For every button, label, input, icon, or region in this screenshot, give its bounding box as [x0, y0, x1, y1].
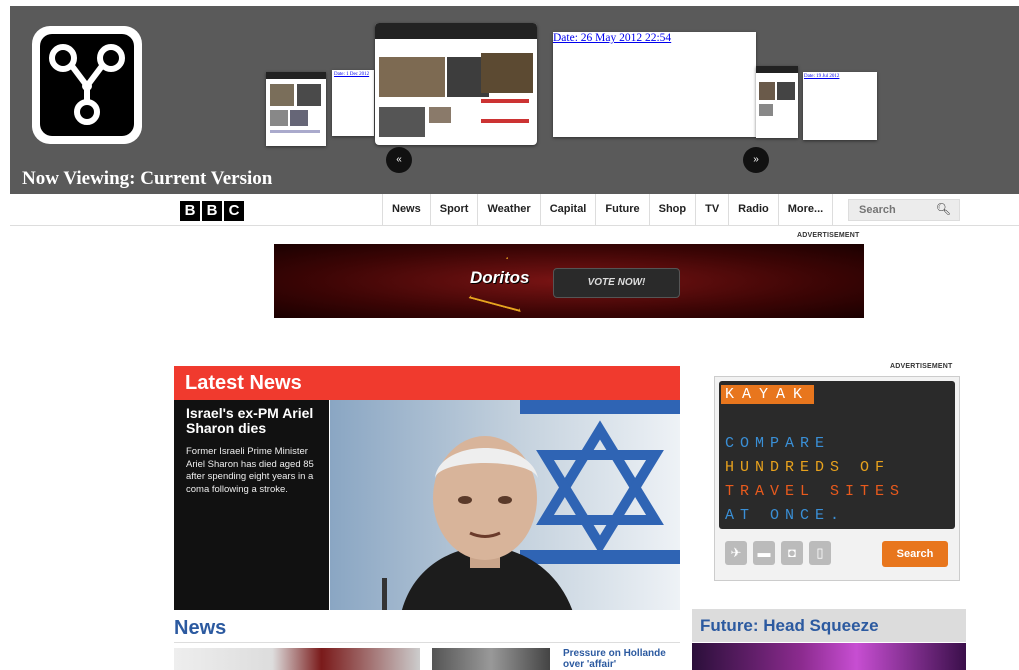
bbc-logo-letter: C — [224, 201, 244, 221]
news-story-image[interactable] — [174, 648, 420, 670]
bed-icon[interactable]: ▬ — [753, 541, 775, 565]
kayak-search-button[interactable]: Search — [882, 541, 948, 567]
latest-news-text-panel: Israel's ex-PM Ariel Sharon dies Former … — [174, 400, 329, 610]
prev-snapshot-button[interactable]: « — [386, 147, 412, 173]
snapshot-thumb-left[interactable] — [266, 72, 326, 146]
snapshot-thumb-left-blank[interactable]: Date: 1 Dec 2012 — [332, 70, 374, 136]
kayak-flip-board: KAYAK COMPARE HUNDREDS OF TRAVEL SITES A… — [719, 381, 955, 529]
kayak-line: TRAVEL SITES — [725, 483, 906, 500]
latest-news-photo[interactable] — [330, 400, 680, 610]
nav-radio[interactable]: Radio — [728, 194, 778, 225]
advertisement-label: ADVERTISEMENT — [797, 232, 860, 239]
news-section-heading[interactable]: News — [174, 614, 680, 643]
nav-capital[interactable]: Capital — [539, 194, 596, 225]
news-story-image-2[interactable] — [432, 648, 550, 670]
plane-icon[interactable]: ✈ — [725, 541, 747, 565]
nav-future[interactable]: Future — [595, 194, 648, 225]
doritos-brand: Doritos — [470, 268, 530, 287]
car-icon[interactable]: ◘ — [781, 541, 803, 565]
snapshot-thumb-right[interactable] — [756, 66, 798, 138]
vote-now-button[interactable]: VOTE NOW! — [553, 268, 680, 298]
snapshot-thumb-right-large[interactable]: Date: 26 May 2012 22:54 — [553, 32, 756, 137]
snapshot-thumb-center[interactable] — [375, 23, 537, 145]
kayak-line: HUNDREDS OF — [725, 459, 891, 476]
future-section-heading[interactable]: Future: Head Squeeze — [692, 609, 966, 642]
latest-news-heading: Latest News — [174, 366, 680, 400]
news-story-link[interactable]: Pressure on Hollande over 'affair' — [563, 648, 681, 670]
snapshot-thumb-right-blank[interactable]: Date: 19 Jul 2012 — [803, 72, 877, 140]
bbc-nav-bar: B B C News Sport Weather Capital Future … — [10, 194, 1019, 226]
nav-more[interactable]: More... — [777, 194, 834, 225]
wayback-logo[interactable] — [32, 26, 142, 144]
kayak-ad[interactable]: KAYAK COMPARE HUNDREDS OF TRAVEL SITES A… — [714, 376, 960, 581]
search-box: 🔍︎ — [848, 199, 960, 221]
nav-shop[interactable]: Shop — [648, 194, 696, 225]
person-portrait — [382, 436, 573, 610]
doritos-ad-banner[interactable]: Doritos VOTE NOW! — [274, 244, 864, 318]
future-story-image[interactable] — [692, 643, 966, 670]
flux-capacitor-icon — [49, 44, 125, 125]
nav-news[interactable]: News — [382, 194, 430, 225]
kayak-logo: KAYAK — [721, 385, 815, 404]
phone-icon[interactable]: ▯ — [809, 541, 831, 565]
search-input[interactable] — [849, 201, 939, 219]
latest-news-headline[interactable]: Israel's ex-PM Ariel Sharon dies — [186, 406, 326, 436]
now-viewing-label: Now Viewing: Current Version — [22, 168, 273, 189]
next-snapshot-button[interactable]: » — [743, 147, 769, 173]
latest-news-summary: Former Israeli Prime Minister Ariel Shar… — [186, 446, 314, 495]
search-icon[interactable]: 🔍︎ — [936, 202, 951, 216]
advertisement-label-right: ADVERTISEMENT — [890, 363, 953, 370]
kayak-line: COMPARE — [725, 435, 831, 452]
nav-weather[interactable]: Weather — [477, 194, 539, 225]
wayback-banner: Date: 1 Dec 2012 Date: 26 May 2012 22:54… — [10, 6, 1019, 194]
latest-news-module: Latest News Israel's ex-PM Ariel Sharon … — [174, 366, 680, 610]
bbc-nav-list: News Sport Weather Capital Future Shop T… — [382, 194, 834, 225]
snapshot-date-link[interactable]: Date: 26 May 2012 22:54 — [553, 32, 672, 44]
bbc-logo-letter: B — [180, 201, 200, 221]
bbc-logo-letter: B — [202, 201, 222, 221]
nav-sport[interactable]: Sport — [429, 194, 478, 225]
kayak-line: AT ONCE. — [725, 507, 846, 524]
bbc-logo[interactable]: B B C — [180, 201, 244, 221]
snapshot-date-link-left[interactable]: Date: 1 Dec 2012 — [334, 72, 370, 77]
nav-tv[interactable]: TV — [695, 194, 728, 225]
snapshot-date-link-right[interactable]: Date: 19 Jul 2012 — [804, 74, 840, 79]
